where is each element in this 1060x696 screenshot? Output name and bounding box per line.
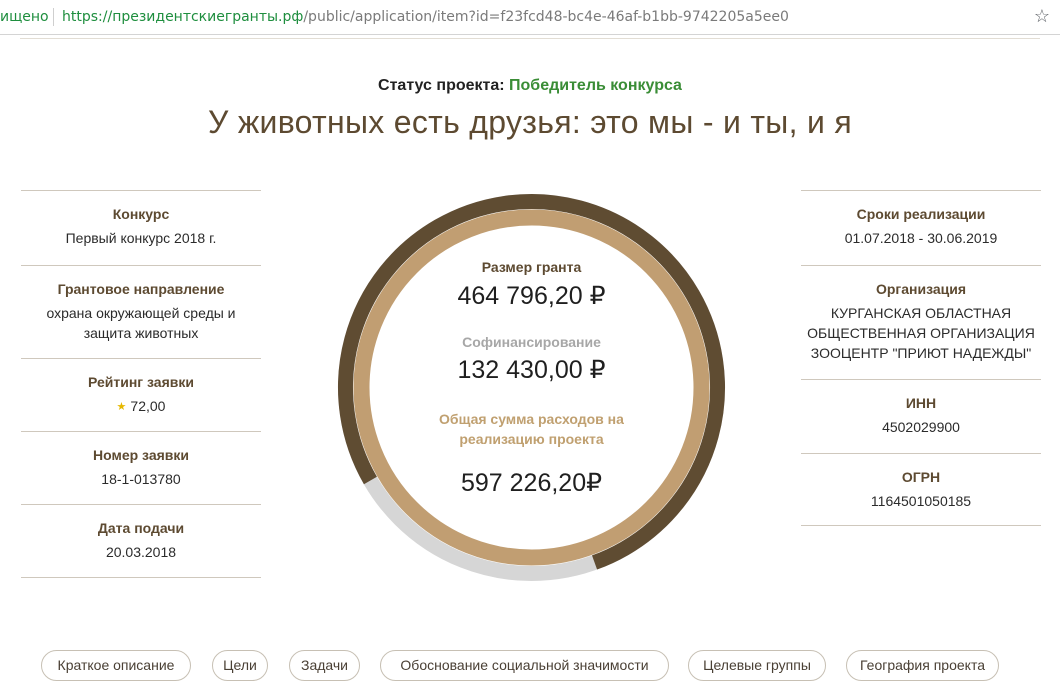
tab-social-significance[interactable]: Обоснование социальной значимости xyxy=(380,650,669,681)
number-value: 18-1-013780 xyxy=(101,471,181,487)
organization-value: КУРГАНСКАЯ ОБЛАСТНАЯ ОБЩЕСТВЕННАЯ ОРГАНИ… xyxy=(807,305,1035,361)
tab-target-groups[interactable]: Целевые группы xyxy=(688,650,826,681)
total-expenses-value: 597 226,20₽ xyxy=(460,469,603,497)
bookmark-star-icon[interactable]: ☆ xyxy=(1034,6,1050,27)
inn-label: ИНН xyxy=(905,395,937,411)
url-scheme: https:// xyxy=(62,9,113,25)
organization-label: Организация xyxy=(875,281,967,297)
contest-value: Первый конкурс 2018 г. xyxy=(65,230,217,246)
date-block: Дата подачи 20.03.2018 xyxy=(21,504,261,578)
page-top-divider xyxy=(20,38,1040,39)
url-path: /public/application/item?id=f23fcd48-bc4… xyxy=(303,9,789,25)
finance-text: Размер гранта 464 796,20 ₽ Софинансирова… xyxy=(335,191,728,584)
tab-tasks[interactable]: Задачи xyxy=(289,650,360,681)
status-value: Победитель конкурса xyxy=(509,77,682,94)
cofinancing-label: Софинансирование xyxy=(462,334,601,350)
date-label: Дата подачи xyxy=(97,520,185,536)
tab-project-geography[interactable]: География проекта xyxy=(846,650,999,681)
url-host: президентскиегранты.рф xyxy=(112,9,304,25)
ogrn-label: ОГРН xyxy=(901,469,941,485)
right-info-column: Сроки реализации 01.07.2018 - 30.06.2019… xyxy=(801,190,1041,526)
page-title: У животных есть друзья: это мы - и ты, и… xyxy=(208,104,852,140)
date-value: 20.03.2018 xyxy=(105,544,177,560)
url-text[interactable]: https://президентскиегранты.рф/public/ap… xyxy=(62,9,789,25)
browser-address-bar[interactable]: ищено https://президентскиегранты.рф/pub… xyxy=(0,0,1060,35)
tab-short-description[interactable]: Краткое описание xyxy=(41,650,191,681)
organization-block: Организация КУРГАНСКАЯ ОБЛАСТНАЯ ОБЩЕСТВ… xyxy=(801,265,1041,379)
total-expenses-label: Общая сумма расходов на реализацию проек… xyxy=(439,411,624,447)
star-icon: ★ xyxy=(116,401,127,413)
period-value: 01.07.2018 - 30.06.2019 xyxy=(844,230,998,246)
number-label: Номер заявки xyxy=(92,447,189,463)
project-status: Статус проекта: Победитель конкурса xyxy=(0,77,1060,95)
rating-label: Рейтинг заявки xyxy=(88,374,194,390)
rating-row: ★ 72,00 xyxy=(25,396,257,417)
address-divider xyxy=(53,8,54,26)
number-block: Номер заявки 18-1-013780 xyxy=(21,431,261,504)
contest-block: Конкурс Первый конкурс 2018 г. xyxy=(21,190,261,265)
inn-block: ИНН 4502029900 xyxy=(801,379,1041,453)
period-label: Сроки реализации xyxy=(856,206,986,222)
grant-label: Размер гранта xyxy=(481,259,582,275)
grant-value: 464 796,20 ₽ xyxy=(457,282,606,310)
left-info-column: Конкурс Первый конкурс 2018 г. Грантовое… xyxy=(21,190,261,578)
rating-value: 72,00 xyxy=(130,398,166,414)
status-label: Статус проекта: xyxy=(378,77,505,94)
contest-label: Конкурс xyxy=(112,206,170,222)
tab-goals[interactable]: Цели xyxy=(212,650,268,681)
cofinancing-value: 132 430,00 ₽ xyxy=(457,356,606,384)
period-block: Сроки реализации 01.07.2018 - 30.06.2019 xyxy=(801,190,1041,265)
direction-value: охрана окружающей среды и защита животны… xyxy=(46,305,236,341)
direction-block: Грантовое направление охрана окружающей … xyxy=(21,265,261,358)
finance-ring: Размер гранта 464 796,20 ₽ Софинансирова… xyxy=(335,191,728,584)
ogrn-value: 1164501050185 xyxy=(870,493,972,509)
secure-connection-label[interactable]: ищено xyxy=(0,9,49,25)
rating-block: Рейтинг заявки ★ 72,00 xyxy=(21,358,261,431)
ogrn-block: ОГРН 1164501050185 xyxy=(801,453,1041,526)
direction-label: Грантовое направление xyxy=(57,281,225,297)
inn-value: 4502029900 xyxy=(882,419,960,435)
